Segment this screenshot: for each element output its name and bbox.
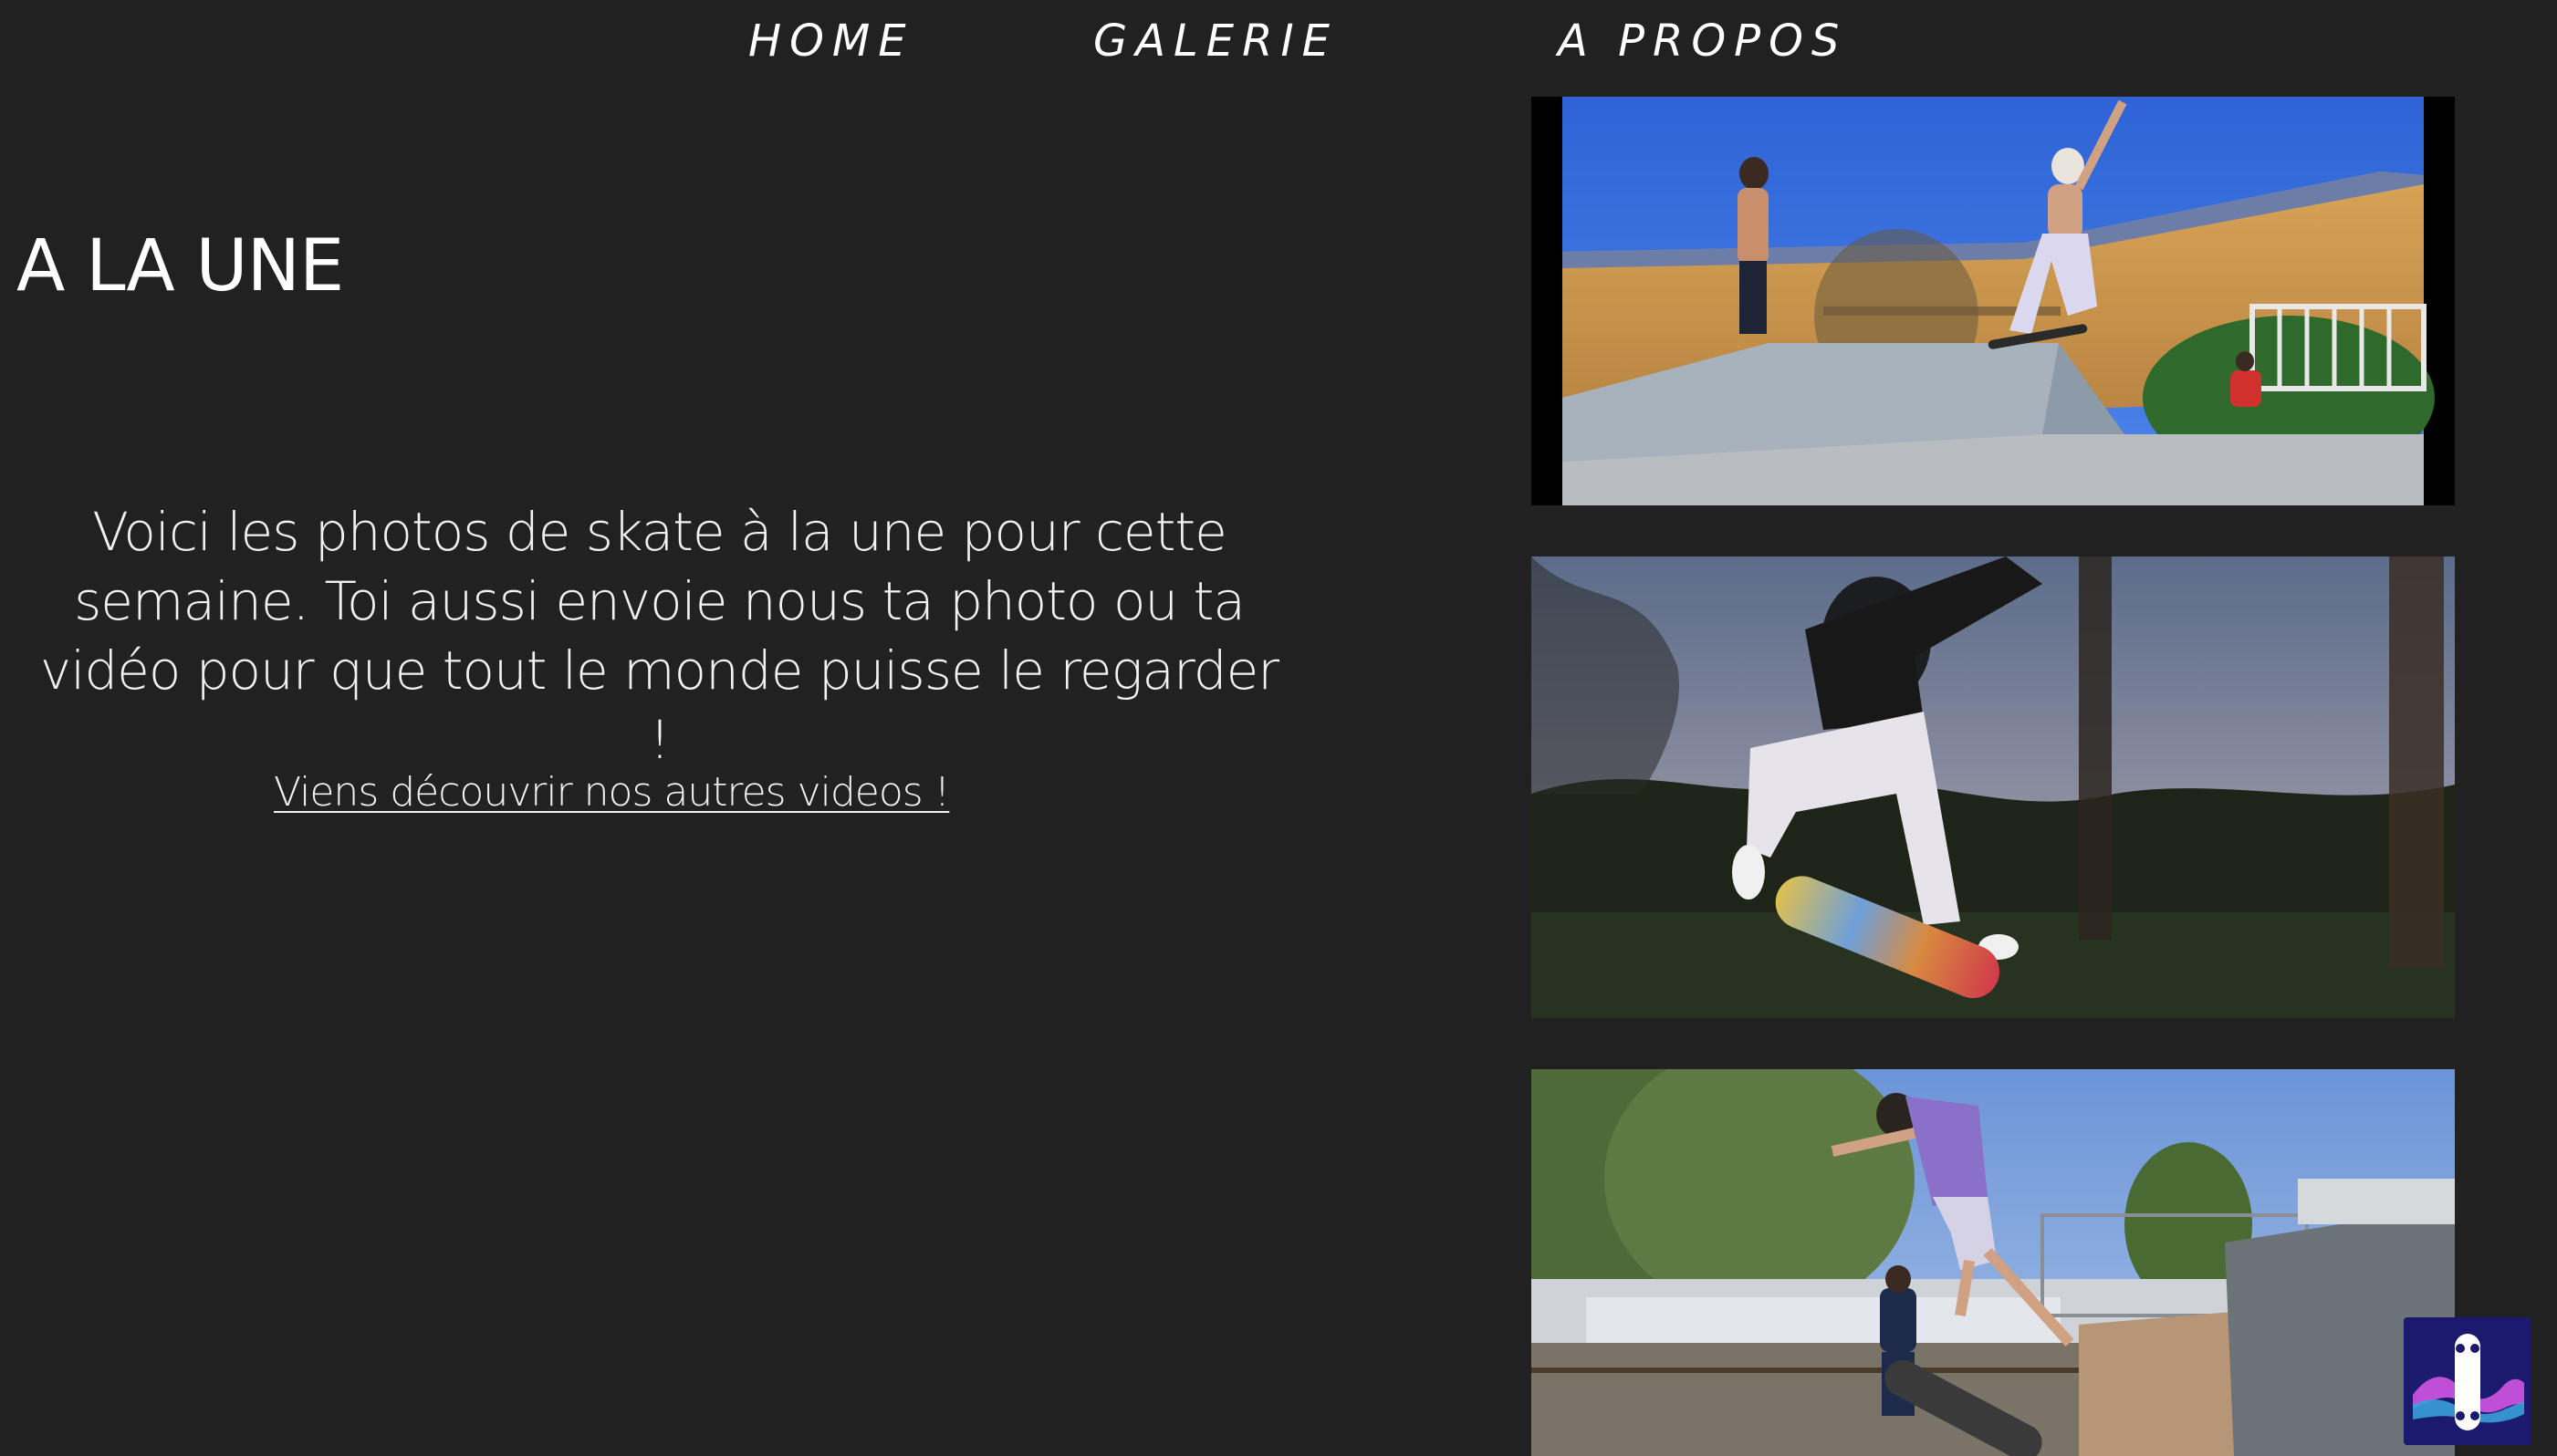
more-videos-link[interactable]: Viens découvrir nos autres videos ! <box>274 764 950 821</box>
skateboard-logo-icon[interactable] <box>2404 1317 2531 1445</box>
nav-a-propos[interactable]: A PROPOS <box>1558 13 1847 69</box>
intro-text: Voici les photos de skate à la une pour … <box>39 501 1279 771</box>
photo-1-image <box>1531 97 2455 505</box>
featured-photo-1[interactable] <box>1531 97 2455 505</box>
page-title: A LA UNE <box>16 225 344 307</box>
photo-3-image <box>1531 1069 2455 1456</box>
featured-photo-2[interactable] <box>1531 556 2455 1018</box>
nav-galerie[interactable]: GALERIE <box>1093 13 1338 69</box>
photo-2-image <box>1531 556 2455 1018</box>
page: HOME GALERIE A PROPOS A LA UNE Voici les… <box>0 0 2557 1456</box>
featured-photo-3[interactable] <box>1531 1069 2455 1456</box>
nav-home[interactable]: HOME <box>748 13 914 69</box>
skateboard-logo-graphic <box>2404 1317 2531 1445</box>
